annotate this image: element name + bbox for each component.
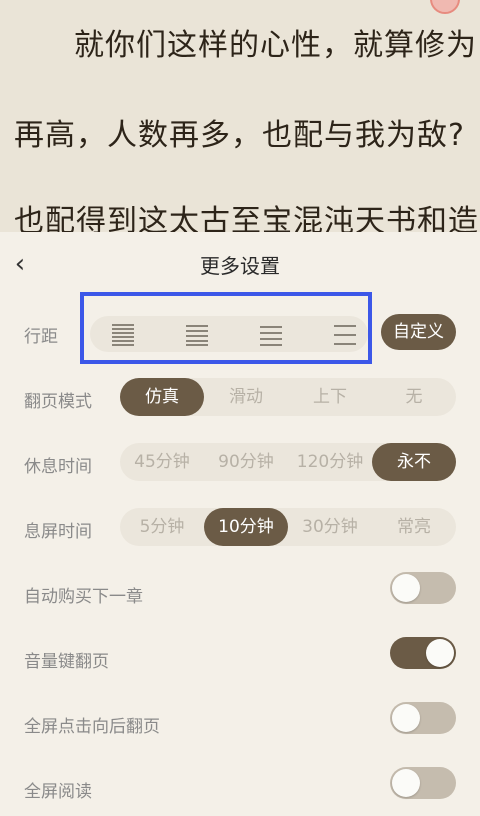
screen-off-option-10[interactable]: 10分钟	[204, 508, 288, 546]
page-mode-segmented: 仿真 滑动 上下 无	[120, 378, 456, 416]
auto-buy-label: 自动购买下一章	[24, 587, 143, 607]
screen-off-label: 息屏时间	[24, 522, 92, 542]
rest-time-option-90[interactable]: 90分钟	[204, 443, 288, 481]
line-spacing-label: 行距	[24, 327, 58, 347]
rest-time-option-45[interactable]: 45分钟	[120, 443, 204, 481]
page-mode-option-slide[interactable]: 滑动	[204, 378, 288, 416]
close-badge-icon[interactable]	[430, 0, 460, 14]
screen-off-option-30[interactable]: 30分钟	[288, 508, 372, 546]
page-mode-option-none[interactable]: 无	[372, 378, 456, 416]
fullscreen-reading-toggle[interactable]	[390, 767, 456, 799]
rest-time-option-never[interactable]: 永不	[372, 443, 456, 481]
page-mode-option-simulated[interactable]: 仿真	[120, 378, 204, 416]
custom-spacing-button[interactable]: 自定义	[381, 314, 456, 350]
volume-key-label: 音量键翻页	[24, 652, 109, 672]
screen-off-segmented: 5分钟 10分钟 30分钟 常亮	[120, 508, 456, 546]
volume-key-toggle[interactable]	[390, 637, 456, 669]
page-mode-option-vertical[interactable]: 上下	[288, 378, 372, 416]
settings-header: ‹ 更多设置	[0, 232, 480, 296]
screen-off-option-5[interactable]: 5分钟	[120, 508, 204, 546]
highlight-annotation-box	[80, 292, 372, 364]
page-title: 更多设置	[200, 254, 280, 278]
page-mode-label: 翻页模式	[24, 392, 92, 412]
auto-buy-toggle[interactable]	[390, 572, 456, 604]
reader-line: 就你们这样的心性，就算修为	[74, 28, 477, 63]
screen-off-option-always[interactable]: 常亮	[372, 508, 456, 546]
rest-time-option-120[interactable]: 120分钟	[288, 443, 372, 481]
fullscreen-reading-label: 全屏阅读	[24, 782, 92, 802]
more-settings-panel: ‹ 更多设置 行距 自定义 翻页模式 仿真 滑动 上下 无 休息时间 45分钟 …	[0, 232, 480, 816]
reader-line: 也配得到这太古至宝混沌天书和造	[14, 204, 479, 232]
fullscreen-tap-toggle[interactable]	[390, 702, 456, 734]
rest-time-segmented: 45分钟 90分钟 120分钟 永不	[120, 443, 456, 481]
rest-time-label: 休息时间	[24, 457, 92, 477]
reader-line: 再高，人数再多，也配与我为敌?	[14, 118, 465, 153]
reader-text-area[interactable]: 就你们这样的心性，就算修为 再高，人数再多，也配与我为敌? 也配得到这太古至宝混…	[0, 0, 480, 232]
fullscreen-tap-label: 全屏点击向后翻页	[24, 717, 160, 737]
